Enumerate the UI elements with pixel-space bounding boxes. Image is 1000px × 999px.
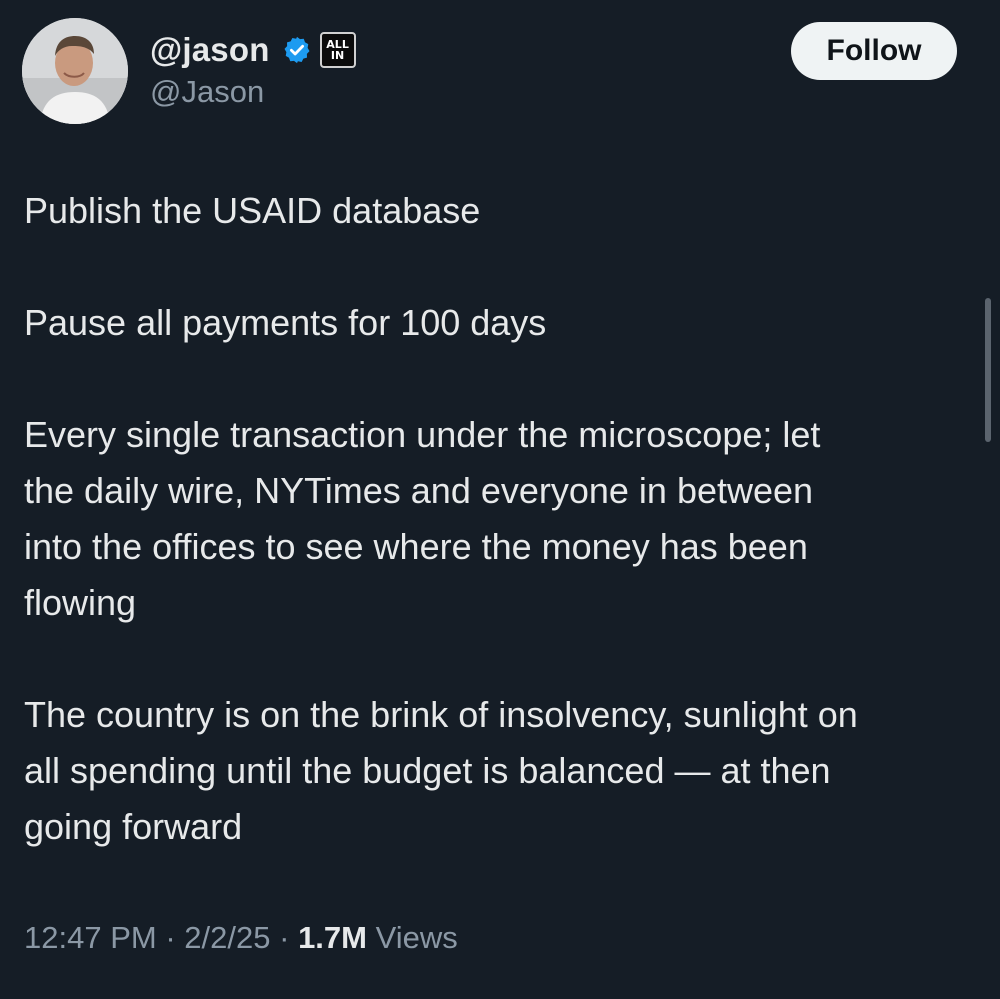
tweet-date[interactable]: 2/2/25: [184, 920, 270, 955]
display-name[interactable]: @jason: [150, 31, 270, 69]
affiliate-badge-icon[interactable]: ALL IN: [319, 32, 356, 68]
tweet-paragraph-2: Pause all payments for 100 days: [24, 302, 547, 343]
tweet-paragraph-3: Every single transaction under the micro…: [24, 414, 821, 623]
meta-separator: ·: [165, 920, 176, 955]
tweet-paragraph-1: Publish the USAID database: [24, 190, 481, 231]
user-name-row: @jason ALL IN: [150, 28, 356, 72]
tweet-text: Publish the USAID database Pause all pay…: [24, 183, 984, 855]
tweet-time[interactable]: 12:47 PM: [24, 920, 157, 955]
views-label: Views: [375, 920, 458, 955]
tweet-metadata: 12:47 PM · 2/2/25 · 1.7M Views: [24, 920, 458, 956]
meta-separator-2: ·: [279, 920, 290, 955]
verified-badge-icon: [284, 36, 310, 64]
scrollbar[interactable]: [985, 298, 991, 442]
views-count[interactable]: 1.7M: [298, 920, 367, 955]
user-handle[interactable]: @Jason: [150, 74, 264, 110]
affiliate-badge-line2: IN: [330, 49, 345, 62]
avatar-photo: [22, 18, 128, 124]
avatar[interactable]: [22, 18, 128, 124]
tweet-paragraph-4: The country is on the brink of insolvenc…: [24, 694, 858, 847]
follow-button[interactable]: Follow: [791, 22, 957, 80]
